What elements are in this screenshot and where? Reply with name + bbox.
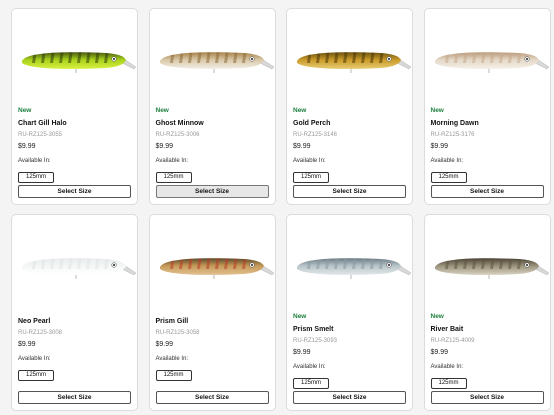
size-option[interactable]: 125mm	[430, 172, 467, 183]
product-price: $9.99	[430, 143, 449, 150]
product-image[interactable]	[154, 245, 274, 287]
product-card[interactable]: New River Bait RU-RZ125-4009 $9.99 Avail…	[423, 214, 551, 411]
size-option[interactable]: 125mm	[293, 172, 329, 183]
product-price: $9.99	[293, 349, 311, 356]
product-price: $9.99	[155, 341, 174, 348]
available-label: Available In:	[293, 158, 326, 164]
product-grid: New Chart Gill Halo RU-RZ125-3055 $9.99 …	[11, 8, 551, 411]
lure-body	[297, 258, 401, 275]
size-option[interactable]: 125mm	[18, 172, 54, 183]
select-size-button[interactable]: Select Size	[18, 185, 131, 198]
product-image[interactable]	[291, 39, 411, 81]
product-image[interactable]	[429, 245, 549, 287]
lure-body	[297, 52, 401, 69]
new-badge: New	[293, 107, 307, 114]
lure-body	[434, 52, 539, 69]
available-label: Available In:	[430, 364, 464, 370]
product-image[interactable]	[429, 39, 549, 81]
select-size-button[interactable]: Select Size	[293, 185, 406, 198]
product-name[interactable]: Prism Smelt	[293, 325, 406, 334]
product-card[interactable]: Prism Gill RU-RZ125-3058 $9.99 Available…	[148, 214, 276, 411]
select-size-button[interactable]: Select Size	[293, 391, 406, 404]
lure-body	[22, 258, 126, 275]
product-image[interactable]	[16, 39, 136, 81]
select-size-button[interactable]: Select Size	[430, 391, 544, 404]
new-badge: New	[18, 107, 32, 114]
select-size-button[interactable]: Select Size	[18, 391, 131, 404]
lure-body	[22, 52, 126, 69]
product-sku: RU-RZ125-3093	[293, 338, 338, 344]
size-option[interactable]: 125mm	[155, 172, 192, 183]
lure-body	[159, 258, 264, 275]
size-option[interactable]: 125mm	[430, 378, 467, 389]
product-price: $9.99	[155, 143, 174, 150]
size-option[interactable]: 125mm	[18, 370, 54, 381]
select-size-button[interactable]: Select Size	[430, 185, 544, 198]
product-sku: RU-RZ125-3006	[155, 132, 200, 138]
product-card[interactable]: New Gold Perch RU-RZ125-3146 $9.99 Avail…	[286, 8, 413, 205]
product-image[interactable]	[16, 245, 136, 287]
select-size-button[interactable]: Select Size	[155, 391, 269, 404]
available-label: Available In:	[18, 158, 51, 164]
select-size-button[interactable]: Select Size	[155, 185, 269, 198]
product-price: $9.99	[430, 349, 449, 356]
available-label: Available In:	[18, 356, 51, 362]
available-label: Available In:	[293, 364, 326, 370]
product-name[interactable]: River Bait	[431, 325, 544, 334]
product-card[interactable]: Neo Pearl RU-RZ125-3008 $9.99 Available …	[11, 214, 138, 411]
lure-body	[434, 258, 539, 275]
lure-body	[159, 52, 264, 69]
product-card[interactable]: New Chart Gill Halo RU-RZ125-3055 $9.99 …	[11, 8, 138, 205]
product-price: $9.99	[293, 143, 311, 150]
size-option[interactable]: 125mm	[155, 370, 192, 381]
product-price: $9.99	[18, 143, 36, 150]
product-name[interactable]: Neo Pearl	[18, 317, 131, 326]
new-badge: New	[430, 107, 444, 114]
product-sku: RU-RZ125-3176	[430, 132, 475, 138]
available-label: Available In:	[155, 356, 189, 362]
product-sku: RU-RZ125-3055	[18, 132, 63, 138]
product-card[interactable]: New Prism Smelt RU-RZ125-3093 $9.99 Avai…	[286, 214, 413, 411]
product-card[interactable]: New Ghost Minnow RU-RZ125-3006 $9.99 Ava…	[148, 8, 276, 205]
product-image[interactable]	[154, 39, 274, 81]
product-sku: RU-RZ125-3008	[18, 330, 63, 336]
product-sku: RU-RZ125-4009	[430, 338, 475, 344]
new-badge: New	[430, 313, 444, 320]
product-name[interactable]: Chart Gill Halo	[18, 119, 131, 128]
new-badge: New	[155, 107, 169, 114]
available-label: Available In:	[155, 158, 189, 164]
product-card[interactable]: New Morning Dawn RU-RZ125-3176 $9.99 Ava…	[423, 8, 551, 205]
product-image[interactable]	[291, 245, 411, 287]
product-name[interactable]: Ghost Minnow	[156, 119, 269, 128]
product-name[interactable]: Gold Perch	[293, 119, 406, 128]
product-price: $9.99	[18, 341, 36, 348]
product-name[interactable]: Morning Dawn	[431, 119, 544, 128]
new-badge: New	[293, 313, 307, 320]
product-sku: RU-RZ125-3058	[155, 330, 200, 336]
product-name[interactable]: Prism Gill	[156, 317, 269, 326]
size-option[interactable]: 125mm	[293, 378, 329, 389]
product-sku: RU-RZ125-3146	[293, 132, 338, 138]
available-label: Available In:	[430, 158, 464, 164]
